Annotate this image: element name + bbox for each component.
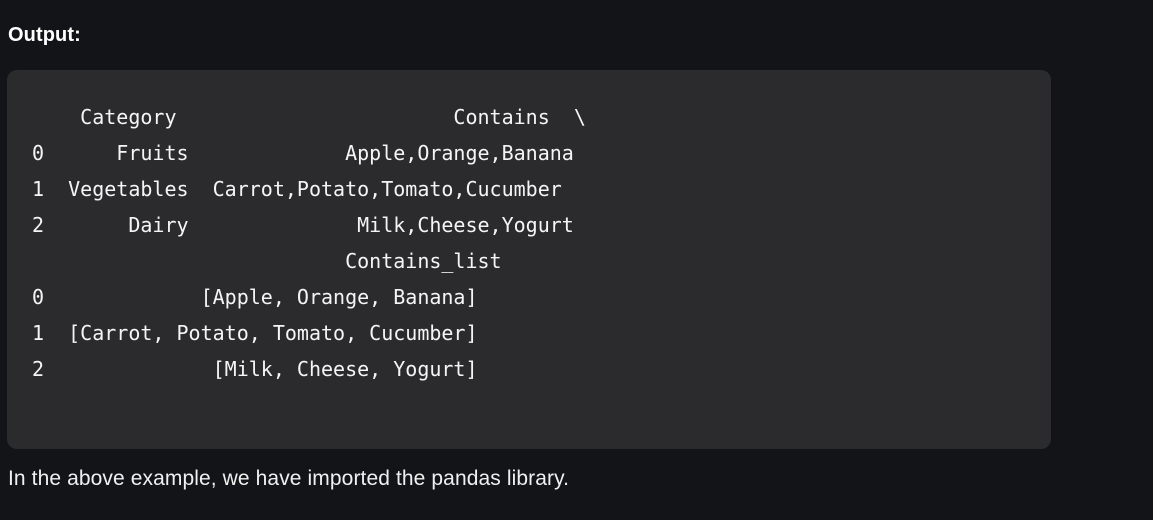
output-line: Contains_list [32,249,502,273]
output-line: Category Contains \ [32,105,586,129]
output-code-block: Category Contains \ 0 Fruits Apple,Orange… [7,70,1051,449]
caption-text: In the above example, we have imported t… [8,467,570,490]
output-heading: Output: [8,24,81,46]
output-line: 2 [Milk, Cheese, Yogurt] [32,357,478,381]
output-line: 0 Fruits Apple,Orange,Banana [32,141,574,165]
output-line: 0 [Apple, Orange, Banana] [32,285,478,309]
output-line: 1 [Carrot, Potato, Tomato, Cucumber] [32,321,478,345]
output-line: 1 Vegetables Carrot,Potato,Tomato,Cucumb… [32,177,562,201]
output-text: Category Contains \ 0 Fruits Apple,Orange… [32,99,586,387]
page: Output: Category Contains \ 0 Fruits Appl… [0,0,1153,520]
output-line: 2 Dairy Milk,Cheese,Yogurt [32,213,574,237]
